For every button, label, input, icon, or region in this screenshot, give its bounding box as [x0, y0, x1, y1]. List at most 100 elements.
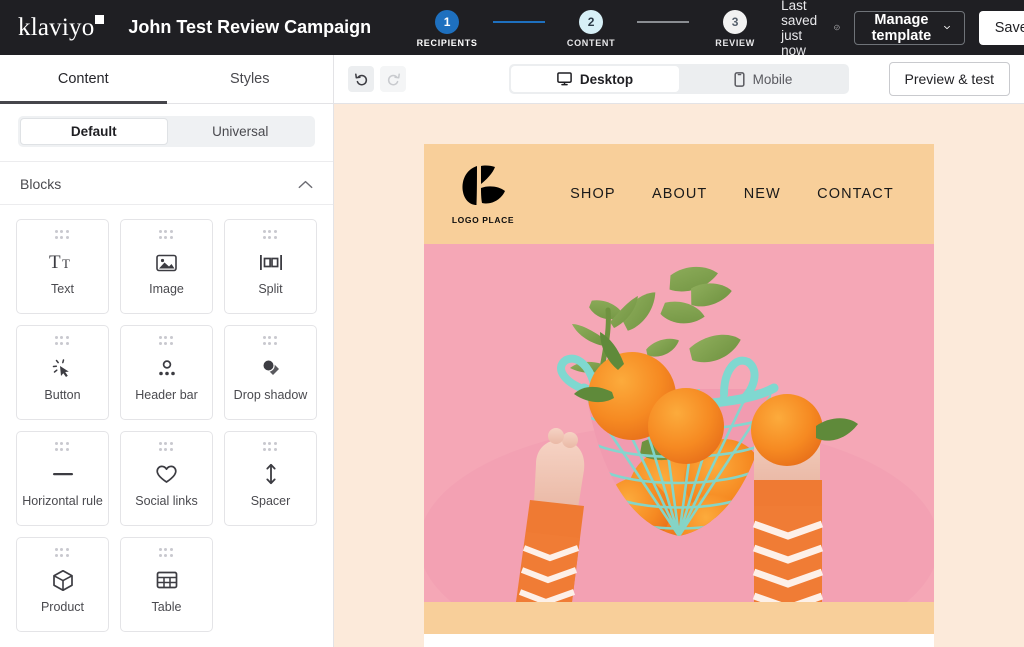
editor-toolbar: Desktop Mobile Preview & test: [334, 55, 1024, 104]
block-header-bar-label: Header bar: [135, 388, 198, 402]
save-button[interactable]: Save: [978, 10, 1024, 45]
drag-handle-icon[interactable]: [54, 336, 71, 345]
device-option-desktop[interactable]: Desktop: [511, 66, 679, 92]
step-connector-2: [637, 20, 690, 23]
left-sidebar: Content Styles Default Universal Blocks: [0, 55, 334, 647]
step-connector-1: [493, 20, 546, 23]
cube-icon: [52, 565, 74, 595]
block-image-label: Image: [149, 282, 184, 296]
split-icon: [259, 247, 283, 277]
block-split[interactable]: Split: [224, 219, 317, 314]
tab-styles[interactable]: Styles: [167, 55, 334, 103]
history-buttons: [348, 66, 406, 92]
block-button[interactable]: Button: [16, 325, 109, 420]
scope-toggle-wrap: Default Universal: [0, 104, 333, 162]
save-status: Last saved just now: [781, 0, 840, 58]
manage-template-label: Manage template: [871, 11, 932, 44]
step-content[interactable]: 2 CONTENT: [545, 9, 637, 48]
klaviyo-logo-square-icon: [95, 14, 105, 24]
drag-handle-icon[interactable]: [54, 230, 71, 239]
undo-arrow-icon: [354, 72, 367, 85]
email-nav-shop[interactable]: SHOP: [570, 186, 616, 202]
block-header-bar[interactable]: Header bar: [120, 325, 213, 420]
step-review[interactable]: 3 REVIEW: [689, 9, 781, 48]
phone-icon: [734, 71, 745, 87]
step-recipients-number: 1: [435, 9, 460, 34]
block-social-links-label: Social links: [135, 494, 198, 508]
campaign-step-indicator: 1 RECIPIENTS 2 CONTENT 3 REVIEW: [401, 8, 781, 48]
email-nav-contact[interactable]: CONTACT: [817, 186, 894, 202]
horizontal-rule-icon: [51, 459, 75, 489]
drag-handle-icon[interactable]: [262, 336, 279, 345]
block-product[interactable]: Product: [16, 537, 109, 632]
email-nav-new[interactable]: NEW: [744, 186, 781, 202]
step-recipients[interactable]: 1 RECIPIENTS: [401, 9, 493, 48]
drag-handle-icon[interactable]: [262, 230, 279, 239]
scope-toggle: Default Universal: [18, 116, 315, 147]
campaign-title: John Test Review Campaign: [128, 17, 372, 37]
device-option-mobile[interactable]: Mobile: [679, 66, 847, 92]
svg-text:T: T: [49, 252, 61, 273]
drag-handle-icon[interactable]: [262, 442, 279, 451]
step-content-label: CONTENT: [566, 37, 616, 48]
email-logo-text: LOGO PLACE: [451, 214, 515, 225]
heart-icon: [155, 459, 178, 489]
drag-handle-icon[interactable]: [54, 548, 71, 557]
preview-and-test-button[interactable]: Preview & test: [888, 62, 1010, 96]
block-text[interactable]: T T Text: [16, 219, 109, 314]
drag-handle-icon[interactable]: [158, 336, 175, 345]
chevron-up-icon[interactable]: [298, 180, 313, 189]
block-split-label: Split: [258, 282, 283, 296]
app-body: Content Styles Default Universal Blocks: [0, 55, 1024, 647]
brand-area: klaviyo John Test Review Campaign: [0, 14, 371, 42]
hero-illustration: [424, 244, 934, 602]
step-recipients-label: RECIPIENTS: [416, 37, 478, 48]
block-table[interactable]: Table: [120, 537, 213, 632]
block-horizontal-rule-label: Horizontal rule: [22, 494, 103, 508]
email-logo[interactable]: LOGO PLACE: [444, 164, 522, 225]
scope-option-universal[interactable]: Universal: [168, 118, 314, 145]
block-drop-shadow[interactable]: Drop shadow: [224, 325, 317, 420]
redo-arrow-icon: [387, 72, 400, 85]
block-spacer[interactable]: Spacer: [224, 431, 317, 526]
undo-button[interactable]: [348, 66, 374, 92]
monitor-icon: [557, 72, 572, 86]
leaf-logo-icon: [462, 164, 505, 205]
editor-pane: Desktop Mobile Preview & test LOGO PLACE…: [334, 55, 1024, 647]
email-nav-about[interactable]: ABOUT: [652, 186, 707, 202]
device-option-mobile-label: Mobile: [752, 71, 793, 87]
step-content-number: 2: [579, 9, 604, 34]
blocks-section-header[interactable]: Blocks: [0, 162, 333, 205]
block-image[interactable]: Image: [120, 219, 213, 314]
block-product-label: Product: [40, 600, 85, 614]
block-drop-shadow-label: Drop shadow: [233, 388, 308, 402]
drag-handle-icon[interactable]: [158, 230, 175, 239]
save-status-text: Last saved just now: [781, 0, 818, 58]
drag-handle-icon[interactable]: [54, 442, 71, 451]
email-footer-bar[interactable]: [424, 602, 934, 634]
email-header-bar[interactable]: LOGO PLACE SHOP ABOUT NEW CONTACT: [424, 144, 934, 244]
app-top-bar: klaviyo John Test Review Campaign 1 RECI…: [0, 0, 1024, 58]
block-horizontal-rule[interactable]: Horizontal rule: [16, 431, 109, 526]
email-canvas[interactable]: LOGO PLACE SHOP ABOUT NEW CONTACT: [334, 104, 1024, 647]
drag-handle-icon[interactable]: [158, 548, 175, 557]
tab-content[interactable]: Content: [0, 55, 167, 104]
block-spacer-label: Spacer: [250, 494, 291, 508]
manage-template-button[interactable]: Manage template: [854, 10, 965, 45]
blocks-list: T T Text Image Split Button Header bar D…: [0, 205, 333, 647]
drag-handle-icon[interactable]: [158, 442, 175, 451]
block-table-label: Table: [151, 600, 182, 614]
top-bar-actions: Last saved just now Manage template Save: [781, 0, 1024, 58]
device-option-desktop-label: Desktop: [579, 71, 634, 87]
table-grid-icon: [156, 565, 178, 595]
sidebar-tabs: Content Styles: [0, 55, 333, 104]
redo-button[interactable]: [380, 66, 406, 92]
vertical-arrows-icon: [263, 459, 279, 489]
email-hero-image[interactable]: [424, 244, 934, 602]
scope-option-default[interactable]: Default: [20, 118, 168, 145]
email-document[interactable]: LOGO PLACE SHOP ABOUT NEW CONTACT: [424, 144, 934, 647]
klaviyo-logo[interactable]: klaviyo: [18, 14, 106, 42]
step-review-number: 3: [723, 9, 748, 34]
block-social-links[interactable]: Social links: [120, 431, 213, 526]
step-review-label: REVIEW: [715, 37, 755, 48]
